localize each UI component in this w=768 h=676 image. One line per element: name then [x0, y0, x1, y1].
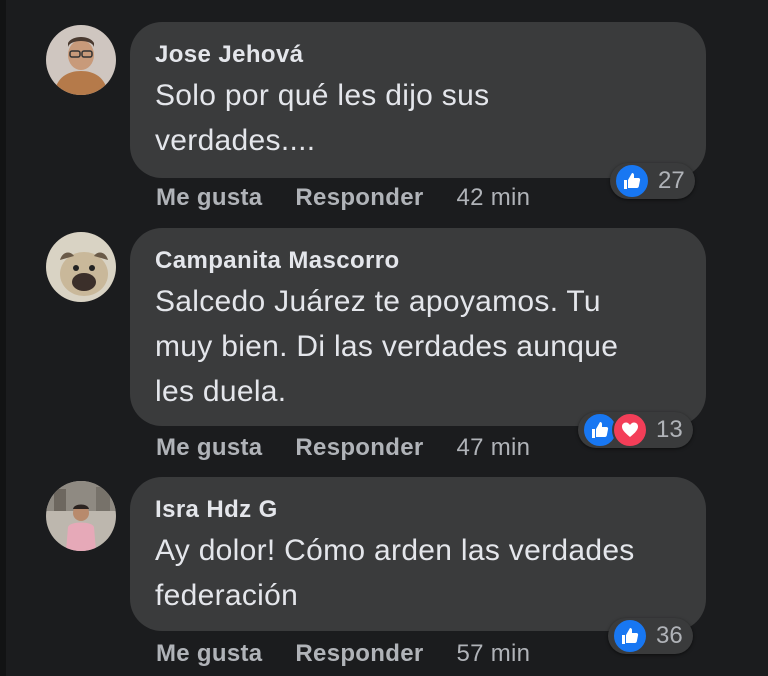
avatar-campanita-mascorro: [46, 232, 116, 302]
reply-button[interactable]: Responder: [295, 184, 423, 212]
avatar-isra-hdz-g: [46, 481, 116, 551]
like-icon: [614, 163, 650, 199]
like-icon: [612, 618, 648, 654]
comment-text-line: Solo por qué les dijo sus: [155, 79, 490, 112]
comment-text-line: les duela.: [155, 375, 287, 408]
comments-feed: Jose Jehová Solo por qué les dijo sus ve…: [0, 0, 768, 676]
reaction-summary[interactable]: 36: [608, 618, 693, 654]
reply-button[interactable]: Responder: [295, 434, 423, 462]
like-button[interactable]: Me gusta: [156, 184, 262, 212]
left-edge: [0, 0, 6, 676]
comment-text: Ay dolor! Cómo arden las verdades federa…: [155, 528, 682, 618]
timestamp[interactable]: 57 min: [456, 640, 530, 668]
comment-text-line: verdades....: [155, 124, 316, 157]
avatar[interactable]: [46, 481, 116, 551]
avatar[interactable]: [46, 232, 116, 302]
comment-author[interactable]: Isra Hdz G: [155, 495, 682, 525]
avatar[interactable]: [46, 25, 116, 95]
avatar-jose-jehova: [46, 25, 116, 95]
comment-bubble: Isra Hdz G Ay dolor! Cómo arden las verd…: [130, 477, 706, 631]
timestamp[interactable]: 47 min: [456, 434, 530, 462]
reaction-count: 36: [656, 622, 683, 649]
reaction-summary[interactable]: 27: [610, 163, 695, 199]
love-icon: [612, 412, 648, 448]
comment-actions: Me gusta Responder 47 min: [156, 434, 530, 462]
comment-actions: Me gusta Responder 57 min: [156, 640, 530, 668]
comment-text: Solo por qué les dijo sus verdades....: [155, 73, 682, 163]
comment-text-line: Salcedo Juárez te apoyamos. Tu: [155, 285, 601, 318]
comment-text-line: federación: [155, 579, 299, 612]
comment-bubble: Jose Jehová Solo por qué les dijo sus ve…: [130, 22, 706, 178]
comment-text-line: muy bien. Di las verdades aunque: [155, 330, 619, 363]
like-button[interactable]: Me gusta: [156, 640, 262, 668]
reaction-summary[interactable]: 13: [578, 412, 693, 448]
timestamp[interactable]: 42 min: [456, 184, 530, 212]
comment-author[interactable]: Jose Jehová: [155, 40, 682, 70]
comment-text: Salcedo Juárez te apoyamos. Tu muy bien.…: [155, 279, 682, 414]
comment-text-line: Ay dolor! Cómo arden las verdades: [155, 534, 635, 567]
reaction-count: 13: [656, 416, 683, 443]
comment-bubble: Campanita Mascorro Salcedo Juárez te apo…: [130, 228, 706, 426]
reaction-count: 27: [658, 167, 685, 194]
comment-author[interactable]: Campanita Mascorro: [155, 246, 682, 276]
like-button[interactable]: Me gusta: [156, 434, 262, 462]
reply-button[interactable]: Responder: [295, 640, 423, 668]
comment-actions: Me gusta Responder 42 min: [156, 184, 530, 212]
